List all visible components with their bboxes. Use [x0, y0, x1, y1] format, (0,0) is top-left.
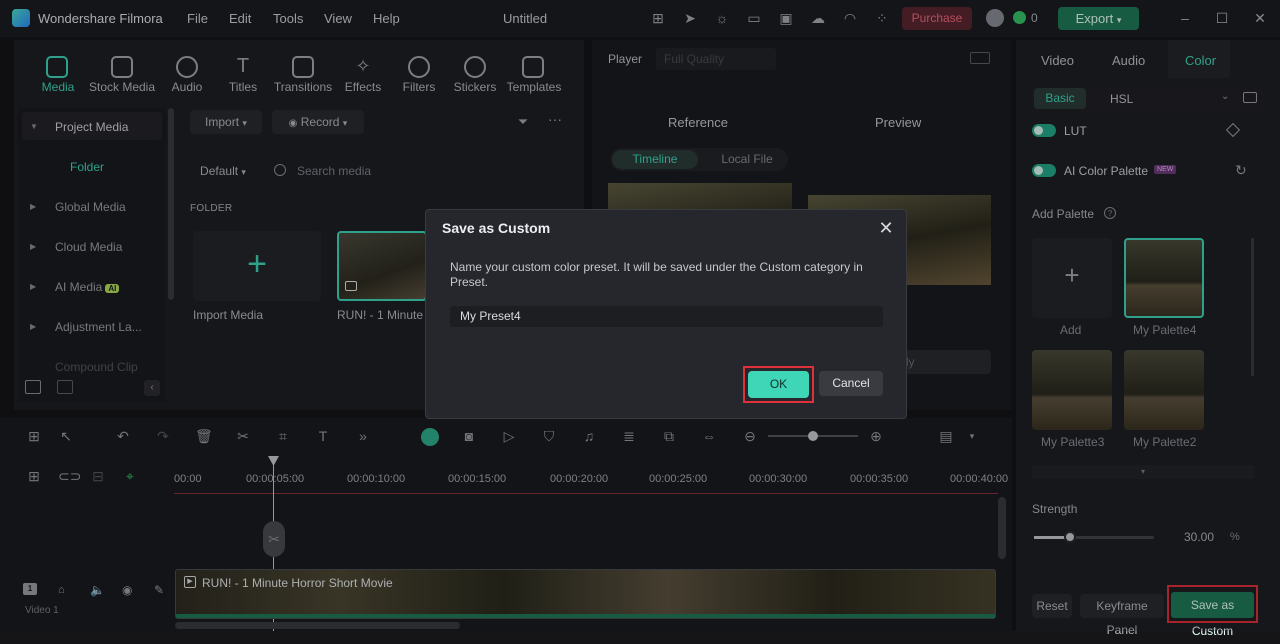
ok-highlight: OK: [743, 366, 814, 403]
ok-button[interactable]: OK: [748, 371, 809, 398]
save-as-custom-dialog: Save as Custom ✕ Name your custom color …: [425, 209, 907, 419]
cancel-button[interactable]: Cancel: [819, 371, 883, 396]
close-icon[interactable]: ✕: [876, 218, 896, 238]
dialog-title: Save as Custom: [442, 220, 551, 236]
preset-name-input[interactable]: My Preset4: [450, 306, 883, 327]
dialog-message: Name your custom color preset. It will b…: [450, 260, 863, 289]
